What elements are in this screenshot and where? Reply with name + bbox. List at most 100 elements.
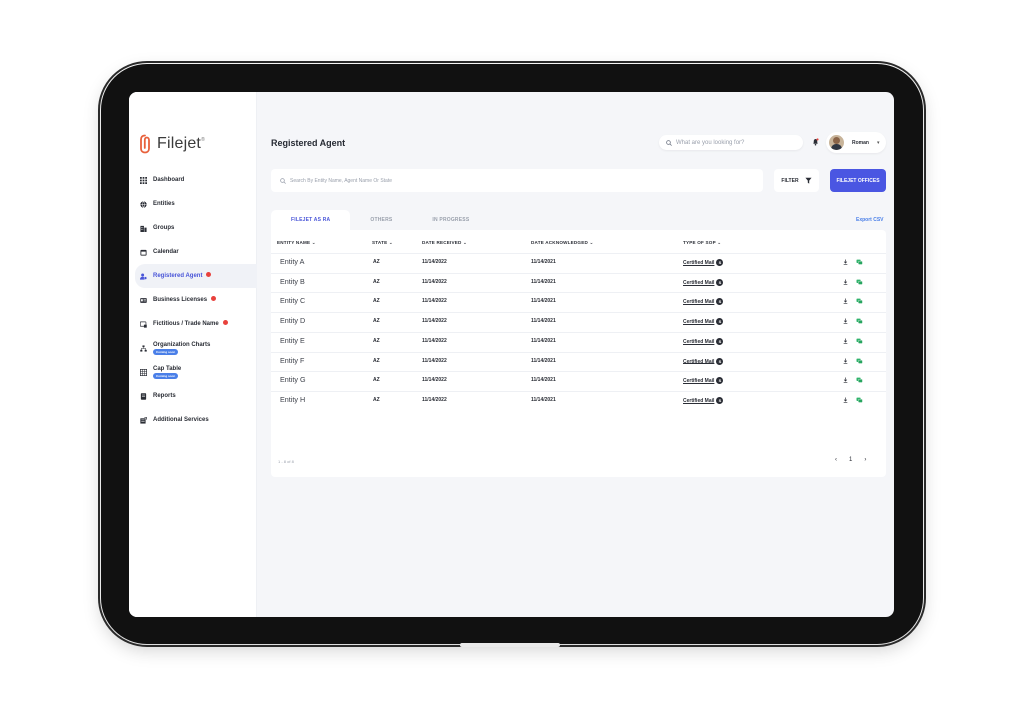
filejet-offices-button[interactable]: FILEJET OFFICES bbox=[830, 169, 886, 192]
global-search-input[interactable]: What are you looking for? bbox=[659, 135, 803, 150]
sidebar-item-groups[interactable]: Groups bbox=[129, 216, 257, 240]
sidebar-item-label: Reports bbox=[153, 393, 176, 399]
sop-type-cell[interactable]: Certified Mail S bbox=[683, 298, 724, 306]
table-row[interactable]: Entity A AZ 11/14/2022 11/14/2021 Certified … bbox=[271, 253, 886, 273]
table-row[interactable]: Entity D AZ 11/14/2022 11/14/2021 Certified … bbox=[271, 312, 886, 332]
prev-page-button[interactable]: ‹ bbox=[835, 457, 837, 463]
sidebar-item-dashboard[interactable]: Dashboard bbox=[129, 168, 257, 192]
sop-info-icon[interactable]: S bbox=[716, 259, 724, 266]
payment-icon[interactable] bbox=[856, 358, 863, 364]
notification-bell-icon[interactable] bbox=[812, 138, 819, 146]
sidebar-item-calendar[interactable]: Calendar bbox=[129, 240, 257, 264]
sidebar-item-cap-table[interactable]: Cap Table Coming soon bbox=[129, 360, 257, 384]
sop-type-cell[interactable]: Certified Mail S bbox=[683, 377, 724, 385]
sidebar-item-registered-agent[interactable]: Registered Agent bbox=[135, 264, 257, 288]
tab-bar: FILEJET AS RA OTHERS IN PROGRESS bbox=[271, 210, 489, 230]
download-icon[interactable] bbox=[843, 397, 848, 403]
sidebar-item-business-licenses[interactable]: Business Licenses bbox=[129, 288, 257, 312]
payment-icon[interactable] bbox=[856, 318, 863, 324]
column-header-state[interactable]: STATE ⌄ bbox=[372, 240, 393, 246]
sidebar-item-fictitious-trade-name[interactable]: Fictitious / Trade Name bbox=[129, 312, 257, 336]
filter-button[interactable]: FILTER bbox=[774, 169, 819, 192]
sop-type-cell[interactable]: Certified Mail S bbox=[683, 396, 724, 404]
current-page[interactable]: 1 bbox=[849, 457, 852, 463]
sop-type-link[interactable]: Certified Mail bbox=[683, 339, 714, 345]
sop-type-link[interactable]: Certified Mail bbox=[683, 260, 714, 266]
sop-type-cell[interactable]: Certified Mail S bbox=[683, 357, 724, 365]
download-icon[interactable] bbox=[843, 279, 848, 285]
date-received-cell: 11/14/2022 bbox=[422, 278, 447, 285]
sidebar-item-label: Registered Agent bbox=[153, 273, 203, 279]
payment-icon[interactable] bbox=[856, 397, 863, 403]
table-row[interactable]: Entity C AZ 11/14/2022 11/14/2021 Certified … bbox=[271, 292, 886, 312]
download-icon[interactable] bbox=[843, 318, 848, 324]
sidebar-nav: Dashboard Entities Groups Calendar Regis… bbox=[129, 168, 257, 432]
table-row[interactable]: Entity B AZ 11/14/2022 11/14/2021 Certified … bbox=[271, 272, 886, 293]
sop-search-input[interactable]: Search By Entity Name, Agent Name Or Sta… bbox=[271, 169, 763, 192]
payment-icon[interactable] bbox=[856, 259, 863, 265]
search-icon bbox=[666, 139, 672, 146]
tab-in-progress[interactable]: IN PROGRESS bbox=[412, 210, 489, 230]
sop-info-icon[interactable]: S bbox=[716, 298, 724, 306]
id-card-icon bbox=[140, 297, 147, 303]
state-cell: AZ bbox=[373, 337, 380, 344]
table-row[interactable]: Entity E AZ 11/14/2022 11/14/2021 Certified … bbox=[271, 331, 886, 352]
column-header-type-of-sop[interactable]: TYPE OF SOP ⌄ bbox=[683, 240, 721, 246]
state-cell: AZ bbox=[373, 259, 380, 265]
entity-name-cell: Entity A bbox=[280, 257, 305, 266]
payment-icon[interactable] bbox=[856, 377, 863, 383]
sop-type-link[interactable]: Certified Mail bbox=[683, 358, 714, 364]
download-icon[interactable] bbox=[843, 358, 848, 364]
payment-icon[interactable] bbox=[856, 338, 863, 344]
sop-type-link[interactable]: Certified Mail bbox=[683, 319, 714, 325]
payment-icon[interactable] bbox=[856, 298, 863, 305]
sop-info-icon[interactable]: S bbox=[716, 396, 724, 404]
date-acknowledged-cell: 11/14/2021 bbox=[531, 259, 556, 265]
sop-type-cell[interactable]: Certified Mail S bbox=[683, 259, 724, 266]
sop-type-cell[interactable]: Certified Mail S bbox=[683, 318, 724, 326]
entity-name-cell: Entity C bbox=[280, 296, 306, 306]
download-icon[interactable] bbox=[843, 298, 848, 305]
sop-type-link[interactable]: Certified Mail bbox=[683, 398, 714, 404]
sidebar-item-entities[interactable]: Entities bbox=[129, 192, 257, 216]
table-row[interactable]: Entity G AZ 11/14/2022 11/14/2021 Certified … bbox=[271, 371, 886, 391]
sop-info-icon[interactable]: S bbox=[716, 318, 724, 326]
sop-info-icon[interactable]: S bbox=[716, 337, 724, 345]
users-icon bbox=[140, 273, 147, 280]
page-title: Registered Agent bbox=[271, 138, 346, 148]
table-row[interactable]: Entity F AZ 11/14/2022 11/14/2021 Certified … bbox=[271, 351, 886, 372]
sop-info-icon[interactable]: S bbox=[716, 377, 724, 385]
column-header-date-acknowledged[interactable]: DATE ACKNOWLEDGED ⌄ bbox=[531, 240, 594, 246]
sidebar-item-label: Additional Services bbox=[153, 417, 209, 423]
download-icon[interactable] bbox=[843, 259, 848, 265]
next-page-button[interactable]: › bbox=[864, 457, 866, 463]
table-row[interactable]: Entity H AZ 11/14/2022 11/14/2021 Certified … bbox=[271, 390, 886, 411]
sop-type-cell[interactable]: Certified Mail S bbox=[683, 337, 724, 345]
sidebar-item-additional-services[interactable]: Additional Services bbox=[129, 408, 257, 432]
sop-info-icon[interactable]: S bbox=[716, 357, 724, 365]
grid-icon bbox=[140, 176, 147, 184]
filejet-logo[interactable]: Filejet ® bbox=[139, 134, 205, 154]
download-icon[interactable] bbox=[843, 377, 848, 383]
export-csv-link[interactable]: Export CSV bbox=[856, 217, 884, 223]
sop-type-cell[interactable]: Certified Mail S bbox=[683, 278, 724, 286]
sidebar-item-organization-charts[interactable]: Organization Charts Coming soon bbox=[129, 336, 257, 360]
sidebar-item-reports[interactable]: Reports bbox=[129, 384, 257, 408]
sop-type-link[interactable]: Certified Mail bbox=[683, 280, 714, 286]
tab-filejet-as-ra[interactable]: FILEJET AS RA bbox=[271, 210, 351, 230]
column-header-entity-name[interactable]: ENTITY NAME ⌄ bbox=[277, 240, 316, 246]
state-cell: AZ bbox=[373, 357, 380, 364]
user-menu[interactable]: Roman ▾ bbox=[826, 132, 886, 153]
date-received-cell: 11/14/2022 bbox=[422, 337, 447, 344]
payment-icon[interactable] bbox=[856, 279, 863, 285]
global-search-placeholder: What are you looking for? bbox=[676, 139, 745, 146]
sop-table: ENTITY NAME ⌄ STATE ⌄ DATE RECEIVED ⌄ DA… bbox=[271, 230, 886, 477]
building-icon bbox=[140, 225, 147, 232]
tab-others[interactable]: OTHERS bbox=[350, 210, 412, 230]
column-header-date-received[interactable]: DATE RECEIVED ⌄ bbox=[422, 240, 467, 246]
entity-name-cell: Entity E bbox=[280, 335, 305, 345]
sop-type-link[interactable]: Certified Mail bbox=[683, 378, 714, 384]
download-icon[interactable] bbox=[843, 338, 848, 344]
sop-type-link[interactable]: Certified Mail bbox=[683, 299, 714, 305]
sop-info-icon[interactable]: S bbox=[716, 278, 724, 286]
